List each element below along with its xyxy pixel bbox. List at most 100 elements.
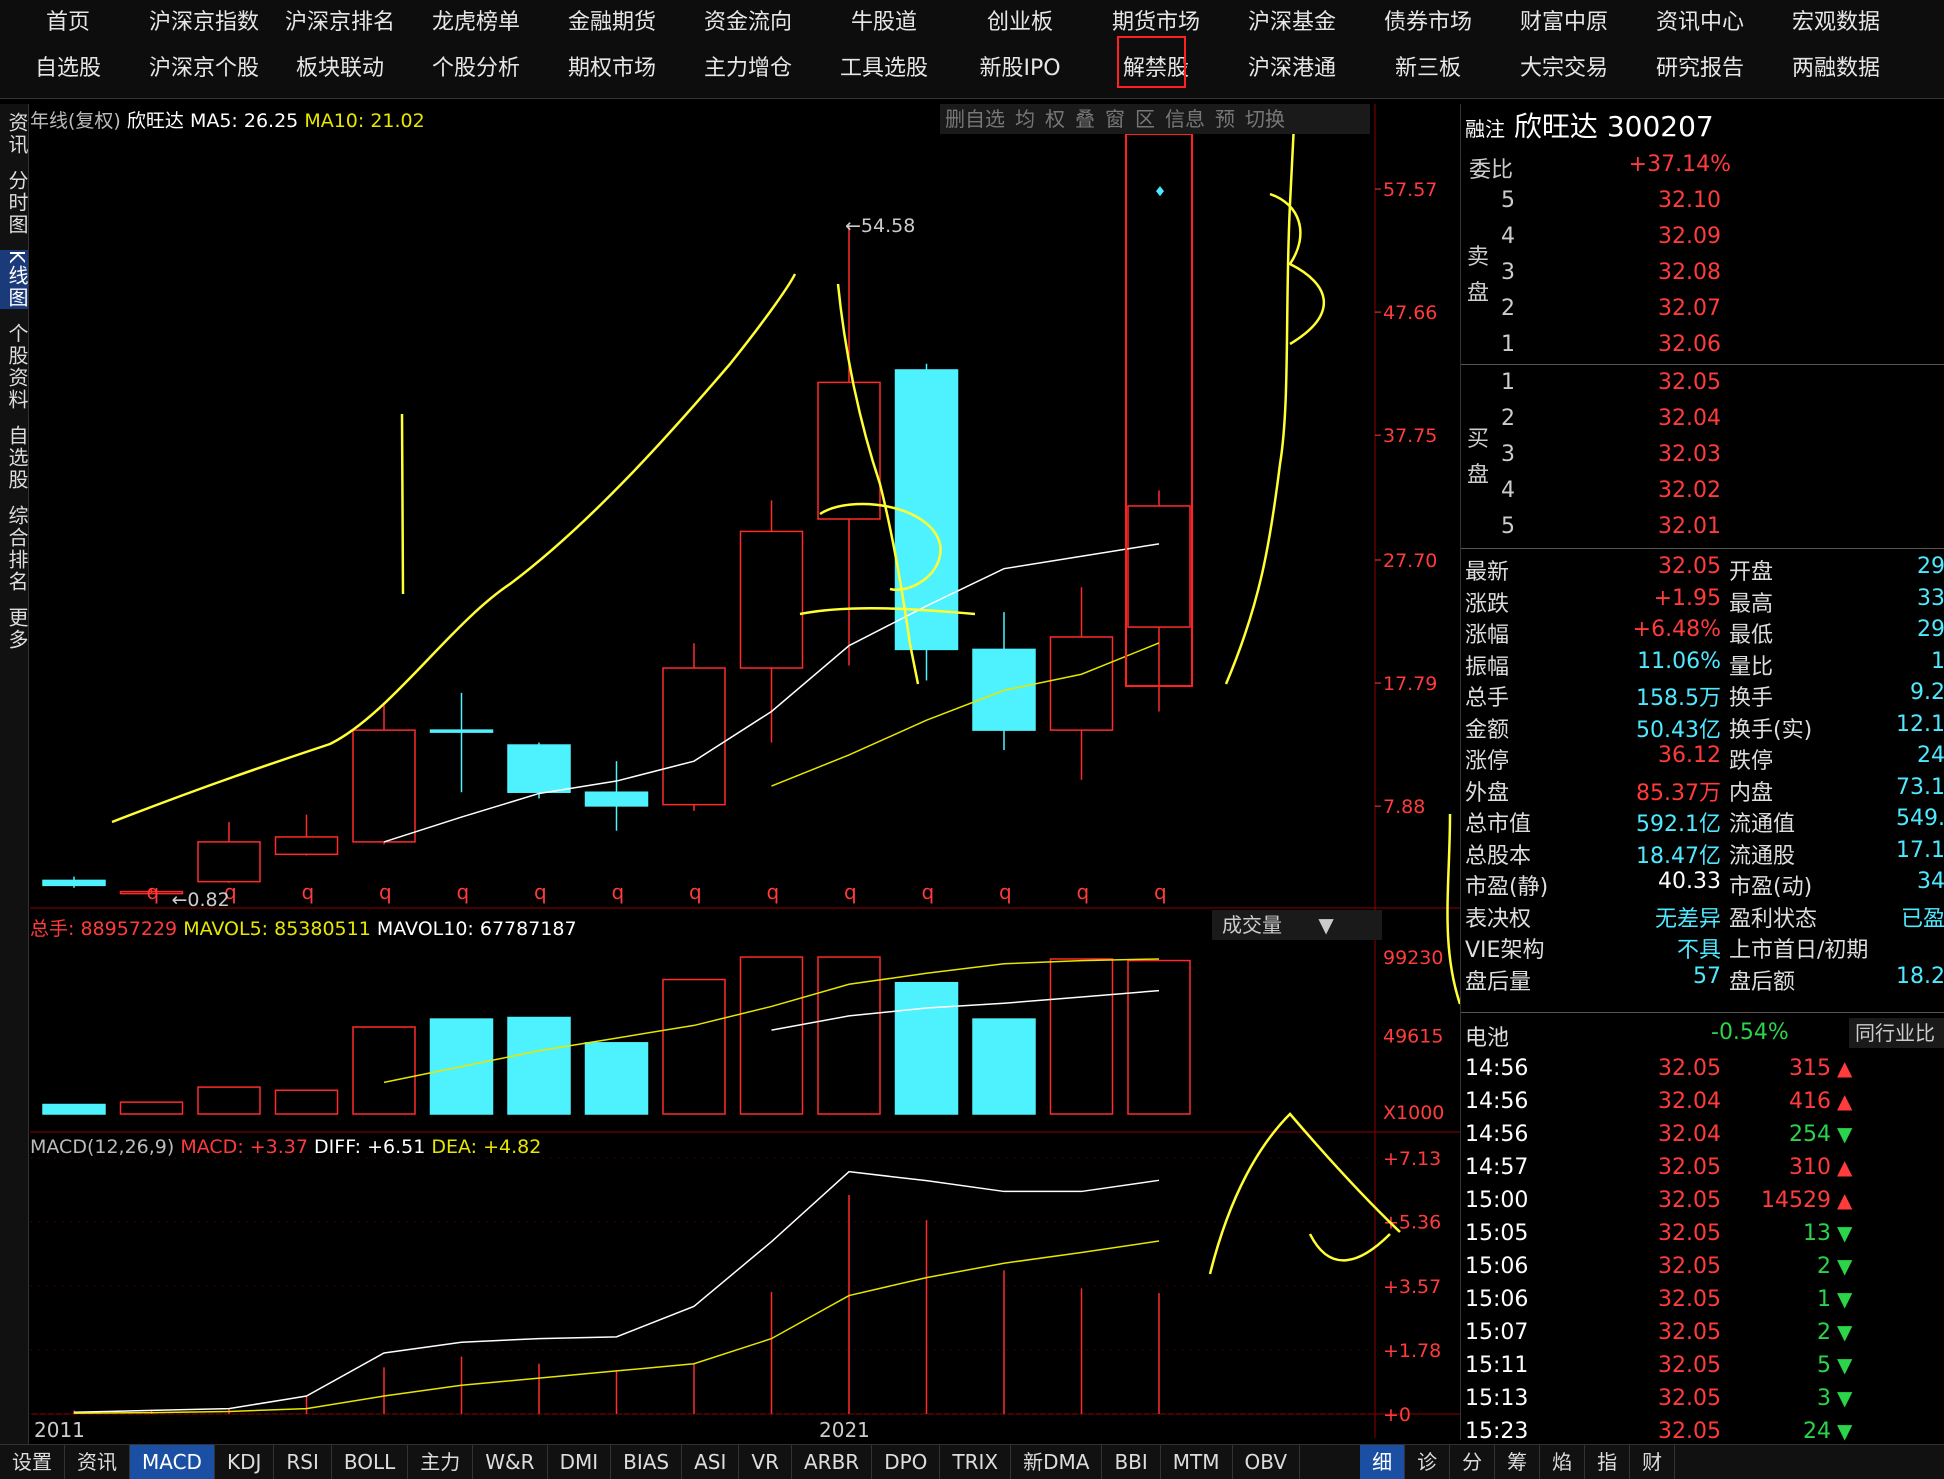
nav-item[interactable]: 资讯中心 (1632, 0, 1768, 46)
nav-item[interactable]: 两融数据 (1768, 46, 1904, 92)
indicator-tab[interactable]: VR (739, 1445, 792, 1479)
candle[interactable] (662, 643, 726, 811)
sidebar-item[interactable]: K线图 (0, 250, 29, 310)
candle[interactable] (197, 822, 261, 883)
indicator-tab[interactable]: BIAS (611, 1445, 683, 1479)
detail-tab[interactable]: 筹 (1495, 1445, 1541, 1479)
mavol5-label: MAVOL5: 85380511 (183, 918, 371, 940)
event-marker[interactable]: q (844, 880, 857, 904)
nav-item[interactable]: 创业板 (952, 0, 1088, 46)
nav-item[interactable]: 研究报告 (1632, 46, 1768, 92)
indicator-tab[interactable]: DPO (872, 1445, 941, 1479)
detail-tab[interactable]: 诊 (1405, 1445, 1451, 1479)
nav-item[interactable]: 金融期货 (544, 0, 680, 46)
indicator-tab[interactable]: TRIX (940, 1445, 1012, 1479)
nav-item[interactable]: 首页 (0, 0, 136, 46)
toolbar-button[interactable]: 预 (1210, 104, 1240, 134)
candle[interactable] (1127, 490, 1191, 712)
toolbar-button[interactable]: 切换 (1240, 104, 1290, 134)
indicator-tab[interactable]: OBV (1233, 1445, 1301, 1479)
nav-item[interactable]: 个股分析 (408, 46, 544, 92)
event-marker[interactable]: q (612, 880, 625, 904)
nav-item[interactable]: 工具选股 (816, 46, 952, 92)
nav-item[interactable]: 沪深京排名 (272, 0, 408, 46)
detail-tab[interactable]: 财 (1630, 1445, 1676, 1479)
candle[interactable] (42, 876, 106, 888)
event-marker[interactable]: q (1077, 880, 1090, 904)
candle[interactable] (739, 500, 804, 743)
nav-item[interactable]: 债券市场 (1360, 0, 1496, 46)
nav-item[interactable]: 大宗交易 (1496, 46, 1632, 92)
sidebar-item[interactable]: 资讯 (0, 112, 29, 156)
toolbar-button[interactable]: 叠 (1070, 104, 1100, 134)
event-marker[interactable]: q (922, 880, 935, 904)
event-marker[interactable]: q (379, 880, 392, 904)
candle[interactable] (429, 692, 494, 793)
nav-item[interactable]: 龙虎榜单 (408, 0, 544, 46)
toolbar-button[interactable]: 区 (1130, 104, 1160, 134)
indicator-tab[interactable]: BBI (1102, 1445, 1161, 1479)
sidebar-item[interactable]: 综合排名 (0, 505, 29, 593)
price-axis-label: 57.57 (1383, 179, 1437, 201)
detail-tab[interactable]: 指 (1585, 1445, 1631, 1479)
sidebar-item[interactable]: 更多 (0, 607, 29, 651)
indicator-tab[interactable]: 资讯 (65, 1445, 130, 1479)
toolbar-button[interactable]: 窗 (1100, 104, 1130, 134)
compare-industry-button[interactable]: 同行业比 (1849, 1018, 1944, 1048)
nav-item[interactable]: 财富中原 (1496, 0, 1632, 46)
candle[interactable] (352, 705, 416, 845)
event-marker[interactable]: q (689, 880, 702, 904)
indicator-tab[interactable]: KDJ (215, 1445, 275, 1479)
nav-item[interactable]: 沪深京个股 (136, 46, 272, 92)
toolbar-button[interactable]: 均 (1010, 104, 1040, 134)
indicator-tab[interactable]: MACD (130, 1445, 215, 1479)
nav-item[interactable]: 沪深基金 (1224, 0, 1360, 46)
toolbar-button[interactable]: 权 (1040, 104, 1070, 134)
event-marker[interactable]: q (302, 880, 315, 904)
nav-item[interactable]: 主力增仓 (680, 46, 816, 92)
indicator-tab[interactable]: 新DMA (1011, 1445, 1103, 1479)
nav-item[interactable]: 期权市场 (544, 46, 680, 92)
event-marker[interactable]: q (999, 880, 1012, 904)
stat-label: 金额 (1465, 717, 1510, 743)
event-marker[interactable]: q (534, 880, 547, 904)
sidebar-item[interactable]: 个股资料 (0, 323, 29, 411)
candle[interactable] (1049, 587, 1114, 780)
candle[interactable] (972, 612, 1036, 750)
nav-item[interactable]: 板块联动 (272, 46, 408, 92)
detail-tab[interactable]: 焰 (1540, 1445, 1586, 1479)
indicator-tab[interactable]: BOLL (332, 1445, 409, 1479)
kline-chart[interactable]: 57.57 47.66 37.75 27.70 17.79 7.88 99230 49615 X… (30, 104, 1460, 1444)
indicator-tab[interactable]: ASI (682, 1445, 740, 1479)
nav-item[interactable]: 新股IPO (952, 46, 1088, 92)
candle[interactable] (274, 814, 339, 856)
detail-tab[interactable]: 细 (1360, 1445, 1406, 1479)
indicator-tab[interactable]: W&R (473, 1445, 548, 1479)
nav-item[interactable]: 自选股 (0, 46, 136, 92)
indicator-tab[interactable]: RSI (274, 1445, 332, 1479)
toolbar-button[interactable]: 信息 (1160, 104, 1210, 134)
event-marker[interactable]: q (767, 880, 780, 904)
nav-item[interactable]: 牛股道 (816, 0, 952, 46)
event-marker[interactable]: q (147, 880, 160, 904)
candle[interactable] (584, 761, 649, 831)
sidebar-item[interactable]: 分时图 (0, 170, 29, 236)
nav-item[interactable]: 沪深港通 (1224, 46, 1360, 92)
detail-tab[interactable]: 分 (1450, 1445, 1496, 1479)
indicator-tab[interactable]: DMI (548, 1445, 612, 1479)
indicator-tab[interactable]: 主力 (408, 1445, 474, 1479)
toolbar-button[interactable]: 删自选 (940, 104, 1010, 134)
event-marker[interactable]: q (457, 880, 470, 904)
candle[interactable] (817, 226, 881, 666)
stat-label: 开盘 (1729, 560, 1774, 585)
sidebar-item[interactable]: 自选股 (0, 425, 29, 491)
volume-selector[interactable]: 成交量 ▼ (1212, 910, 1382, 940)
indicator-tab[interactable]: ARBR (792, 1445, 873, 1479)
indicator-tab[interactable]: MTM (1161, 1445, 1233, 1479)
event-marker[interactable]: q (1154, 880, 1167, 904)
nav-item[interactable]: 新三板 (1360, 46, 1496, 92)
nav-item[interactable]: 宏观数据 (1768, 0, 1904, 46)
indicator-tab[interactable]: 设置 (0, 1445, 65, 1479)
nav-item[interactable]: 资金流向 (680, 0, 816, 46)
nav-item[interactable]: 沪深京指数 (136, 0, 272, 46)
